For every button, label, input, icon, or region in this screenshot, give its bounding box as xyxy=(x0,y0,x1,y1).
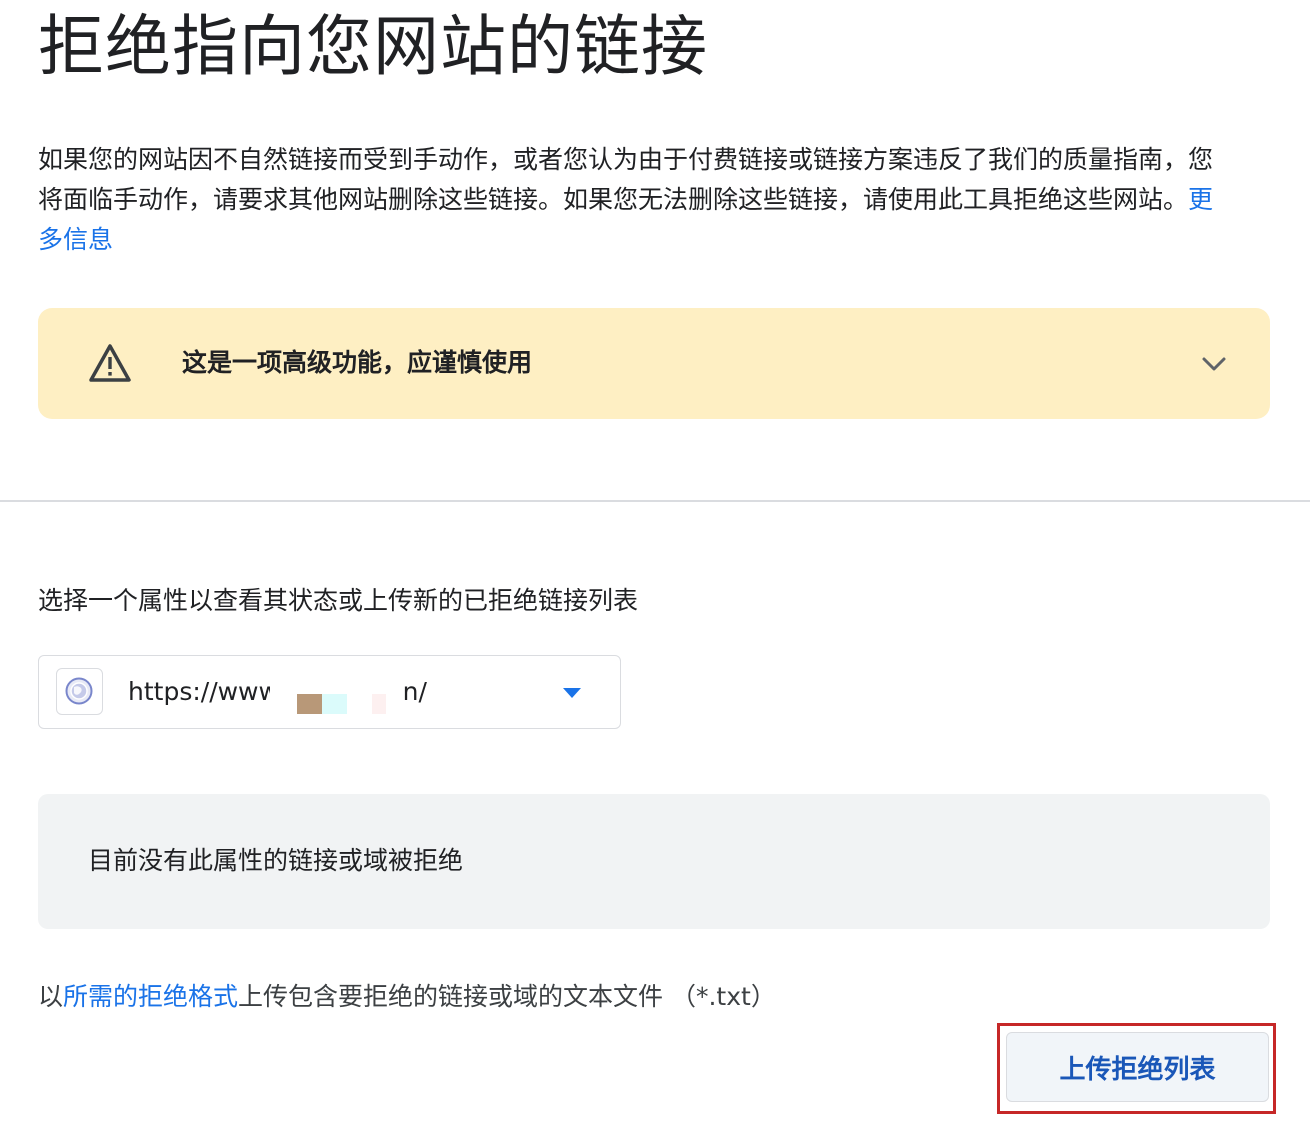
chevron-down-icon[interactable] xyxy=(1200,352,1228,376)
property-select-label: 选择一个属性以查看其状态或上传新的已拒绝链接列表 xyxy=(38,586,639,615)
intro-text: 如果您的网站因不自然链接而受到手动作，或者您认为由于付费链接或链接方案违反了我们… xyxy=(38,145,1214,214)
upload-hint: 以所需的拒绝格式上传包含要拒绝的链接或域的文本文件 （*.txt） xyxy=(38,982,776,1011)
warning-text: 这是一项高级功能，应谨慎使用 xyxy=(182,348,533,377)
warning-triangle-icon xyxy=(89,344,131,382)
globe-icon xyxy=(65,677,93,705)
intro-paragraph: 如果您的网站因不自然链接而受到手动作，或者您认为由于付费链接或链接方案违反了我们… xyxy=(38,140,1218,260)
empty-status-message: 目前没有此属性的链接或域被拒绝 xyxy=(88,846,464,875)
dropdown-arrow-icon[interactable] xyxy=(562,686,582,700)
property-icon-box xyxy=(56,668,103,715)
page-title: 拒绝指向您网站的链接 xyxy=(38,8,708,85)
format-link[interactable]: 所需的拒绝格式 xyxy=(63,982,238,1011)
redaction-block-brown xyxy=(297,694,322,714)
redaction-block-pink xyxy=(372,694,386,714)
upload-disavow-list-button[interactable]: 上传拒绝列表 xyxy=(1006,1032,1269,1102)
redaction-block-cyan xyxy=(322,694,347,714)
section-divider xyxy=(0,500,1310,502)
